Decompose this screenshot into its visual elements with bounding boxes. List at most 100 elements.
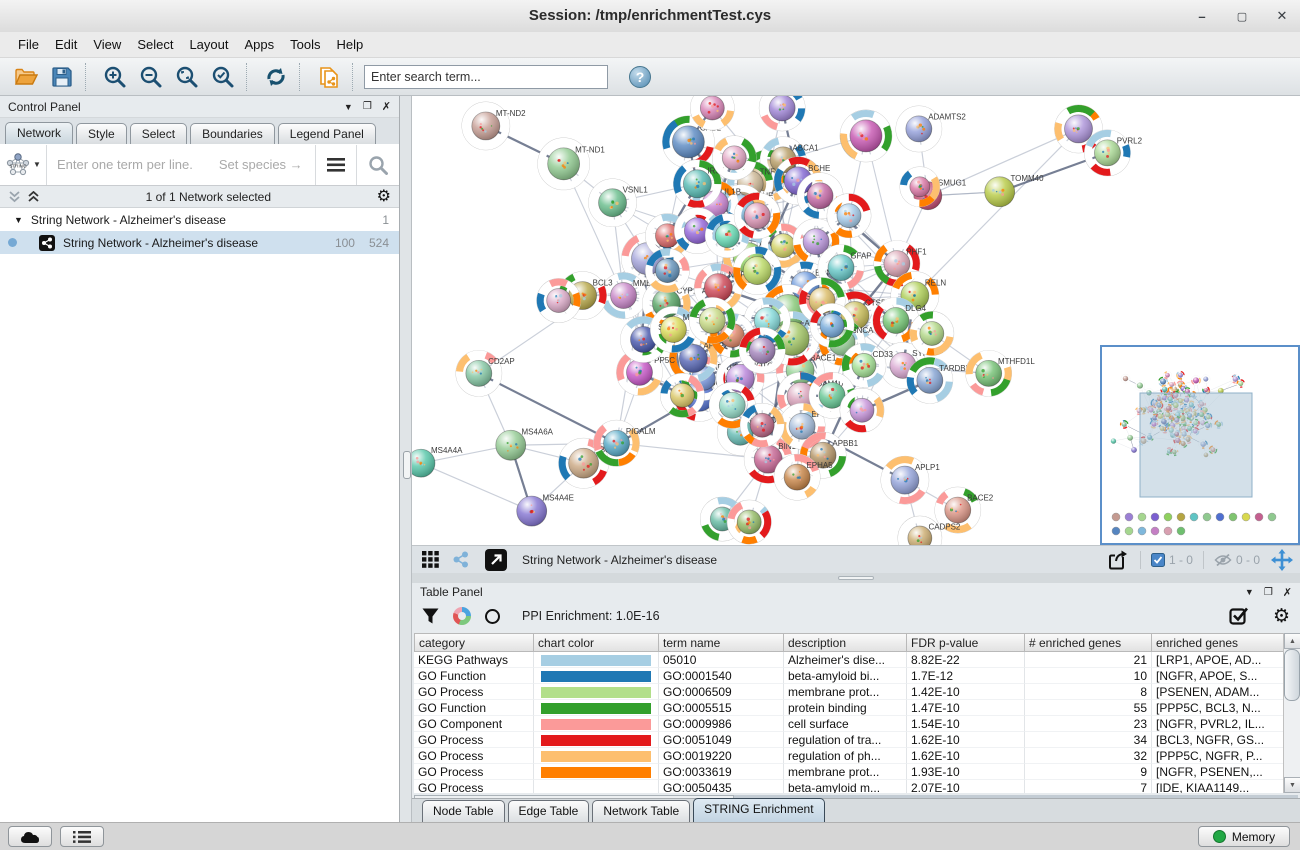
column-header[interactable]: description bbox=[784, 633, 907, 652]
expand-all-icon[interactable] bbox=[27, 191, 40, 203]
select-columns-icon[interactable] bbox=[1229, 606, 1249, 626]
tab-network[interactable]: Network bbox=[5, 122, 73, 144]
tab-legend-panel[interactable]: Legend Panel bbox=[278, 123, 376, 144]
panel-menu-icon[interactable]: ▼ bbox=[344, 102, 353, 112]
scrollbar-thumb[interactable] bbox=[1284, 649, 1300, 701]
panel-splitter[interactable] bbox=[400, 96, 412, 822]
tab-node-table[interactable]: Node Table bbox=[422, 800, 505, 822]
network-collection-row[interactable]: ▼ String Network - Alzheimer's disease 1 bbox=[0, 208, 399, 231]
table-row[interactable]: GO ProcessGO:0006509membrane prot...1.42… bbox=[414, 684, 1285, 700]
chart-color-swatch bbox=[541, 767, 651, 778]
splitter-grip[interactable] bbox=[403, 451, 411, 479]
table-row[interactable]: GO ProcessGO:0051049regulation of tra...… bbox=[414, 732, 1285, 748]
collection-name: String Network - Alzheimer's disease bbox=[31, 213, 226, 227]
column-header[interactable]: FDR p-value bbox=[907, 633, 1025, 652]
panel-menu-icon[interactable]: ▼ bbox=[1245, 587, 1254, 597]
tab-select[interactable]: Select bbox=[130, 123, 187, 144]
column-header[interactable]: chart color bbox=[534, 633, 659, 652]
table-row[interactable]: GO ProcessGO:0033619membrane prot...1.93… bbox=[414, 764, 1285, 780]
birds-eye-view[interactable] bbox=[1100, 345, 1300, 545]
menu-layout[interactable]: Layout bbox=[181, 32, 236, 58]
menu-view[interactable]: View bbox=[85, 32, 129, 58]
string-query-placeholder[interactable]: Enter one term per line. bbox=[57, 157, 193, 172]
table-row[interactable]: GO ComponentGO:0009986cell surface1.54E-… bbox=[414, 716, 1285, 732]
network-row[interactable]: String Network - Alzheimer's disease 100… bbox=[0, 231, 399, 254]
scroll-down-button[interactable]: ▼ bbox=[1284, 777, 1300, 793]
menu-select[interactable]: Select bbox=[129, 32, 181, 58]
table-row[interactable]: GO ProcessGO:0050435beta-amyloid m...2.0… bbox=[414, 780, 1285, 793]
tab-style[interactable]: Style bbox=[76, 123, 127, 144]
refresh-button[interactable] bbox=[258, 62, 294, 92]
network-share-button[interactable] bbox=[448, 549, 472, 571]
column-header[interactable]: term name bbox=[659, 633, 784, 652]
zoom-selected-button[interactable] bbox=[205, 62, 241, 92]
help-button[interactable]: ? bbox=[622, 62, 658, 92]
panel-float-icon[interactable]: ❐ bbox=[1264, 587, 1273, 598]
minimize-button[interactable]: – bbox=[1194, 8, 1210, 24]
column-header[interactable]: category bbox=[414, 633, 534, 652]
table-vertical-scrollbar[interactable]: ▲ ▼ bbox=[1283, 633, 1300, 793]
svg-text:CD33: CD33 bbox=[873, 350, 894, 359]
set-species-hint[interactable]: Set species → bbox=[219, 157, 303, 172]
string-search-button[interactable] bbox=[356, 145, 399, 185]
menu-file[interactable]: File bbox=[10, 32, 47, 58]
svg-text:MTHFD1L: MTHFD1L bbox=[998, 357, 1035, 366]
chart-color-swatch bbox=[541, 655, 651, 666]
open-in-browser-button[interactable] bbox=[484, 549, 508, 571]
string-options-button[interactable] bbox=[315, 145, 356, 185]
scroll-up-button[interactable]: ▲ bbox=[1284, 633, 1300, 649]
splitter-grip[interactable] bbox=[838, 576, 874, 580]
string-protein-query-selector[interactable]: STRING ▼ bbox=[0, 145, 47, 185]
menu-help[interactable]: Help bbox=[329, 32, 372, 58]
gear-icon[interactable]: ⚙ bbox=[377, 189, 391, 205]
pan-tool-button[interactable] bbox=[1270, 549, 1294, 571]
ppi-enrichment-value: PPI Enrichment: 1.0E-16 bbox=[522, 609, 660, 623]
horizontal-splitter[interactable] bbox=[412, 573, 1300, 583]
tab-boundaries[interactable]: Boundaries bbox=[190, 123, 275, 144]
chart-color-cell bbox=[534, 700, 659, 716]
search-input[interactable] bbox=[364, 65, 608, 89]
export-network-button[interactable] bbox=[1106, 549, 1130, 571]
menu-apps[interactable]: Apps bbox=[237, 32, 283, 58]
toolbar-separator bbox=[246, 63, 253, 91]
collapse-all-icon[interactable] bbox=[8, 191, 21, 203]
table-cell: 8 bbox=[1025, 684, 1152, 700]
panel-close-icon[interactable]: ✗ bbox=[1283, 586, 1292, 599]
maximize-button[interactable]: ▢ bbox=[1234, 8, 1250, 24]
table-row[interactable]: KEGG Pathways05010Alzheimer's dise...8.8… bbox=[414, 652, 1285, 668]
open-file-button[interactable] bbox=[8, 62, 44, 92]
eye-slash-icon[interactable] bbox=[1214, 553, 1232, 567]
tab-string-enrichment[interactable]: STRING Enrichment bbox=[693, 798, 824, 822]
title-bar: Session: /tmp/enrichmentTest.cys – ▢ ✕ bbox=[0, 0, 1300, 33]
table-row[interactable]: GO ProcessGO:0019220regulation of ph...1… bbox=[414, 748, 1285, 764]
svg-text:EPHA5: EPHA5 bbox=[806, 461, 833, 470]
zoom-in-button[interactable] bbox=[97, 62, 133, 92]
grid-view-button[interactable] bbox=[418, 549, 442, 571]
column-header[interactable]: enriched genes bbox=[1152, 633, 1285, 652]
gear-icon[interactable]: ⚙ bbox=[1273, 605, 1290, 628]
cloud-tasks-button[interactable] bbox=[8, 826, 52, 847]
tree-expander-icon[interactable]: ▼ bbox=[14, 215, 23, 225]
memory-button[interactable]: Memory bbox=[1198, 826, 1290, 847]
table-row[interactable]: GO FunctionGO:0005515protein binding1.47… bbox=[414, 700, 1285, 716]
filter-icon[interactable] bbox=[422, 608, 439, 625]
menu-tools[interactable]: Tools bbox=[282, 32, 328, 58]
task-list-button[interactable] bbox=[60, 826, 104, 847]
zoom-out-button[interactable] bbox=[133, 62, 169, 92]
panel-close-icon[interactable]: ✗ bbox=[382, 100, 391, 113]
close-button[interactable]: ✕ bbox=[1274, 8, 1290, 24]
network-canvas[interactable]: MT-ND2MT-ND1VSNL1GAB2ADAMTS2SMUG1PVRL2TO… bbox=[412, 96, 1300, 545]
tab-network-table[interactable]: Network Table bbox=[592, 800, 690, 822]
selected-checkbox-icon[interactable] bbox=[1151, 553, 1165, 567]
menu-edit[interactable]: Edit bbox=[47, 32, 85, 58]
zoom-fit-button[interactable] bbox=[169, 62, 205, 92]
panel-float-icon[interactable]: ❐ bbox=[363, 101, 372, 112]
column-header[interactable]: # enriched genes bbox=[1025, 633, 1152, 652]
save-session-button[interactable] bbox=[44, 62, 80, 92]
table-row[interactable]: GO FunctionGO:0001540beta-amyloid bi...1… bbox=[414, 668, 1285, 684]
network-from-clipboard-button[interactable] bbox=[311, 62, 347, 92]
pie-chart-icon[interactable] bbox=[453, 607, 471, 625]
chart-color-cell bbox=[534, 732, 659, 748]
tab-edge-table[interactable]: Edge Table bbox=[508, 800, 590, 822]
ring-chart-icon[interactable] bbox=[485, 609, 500, 624]
